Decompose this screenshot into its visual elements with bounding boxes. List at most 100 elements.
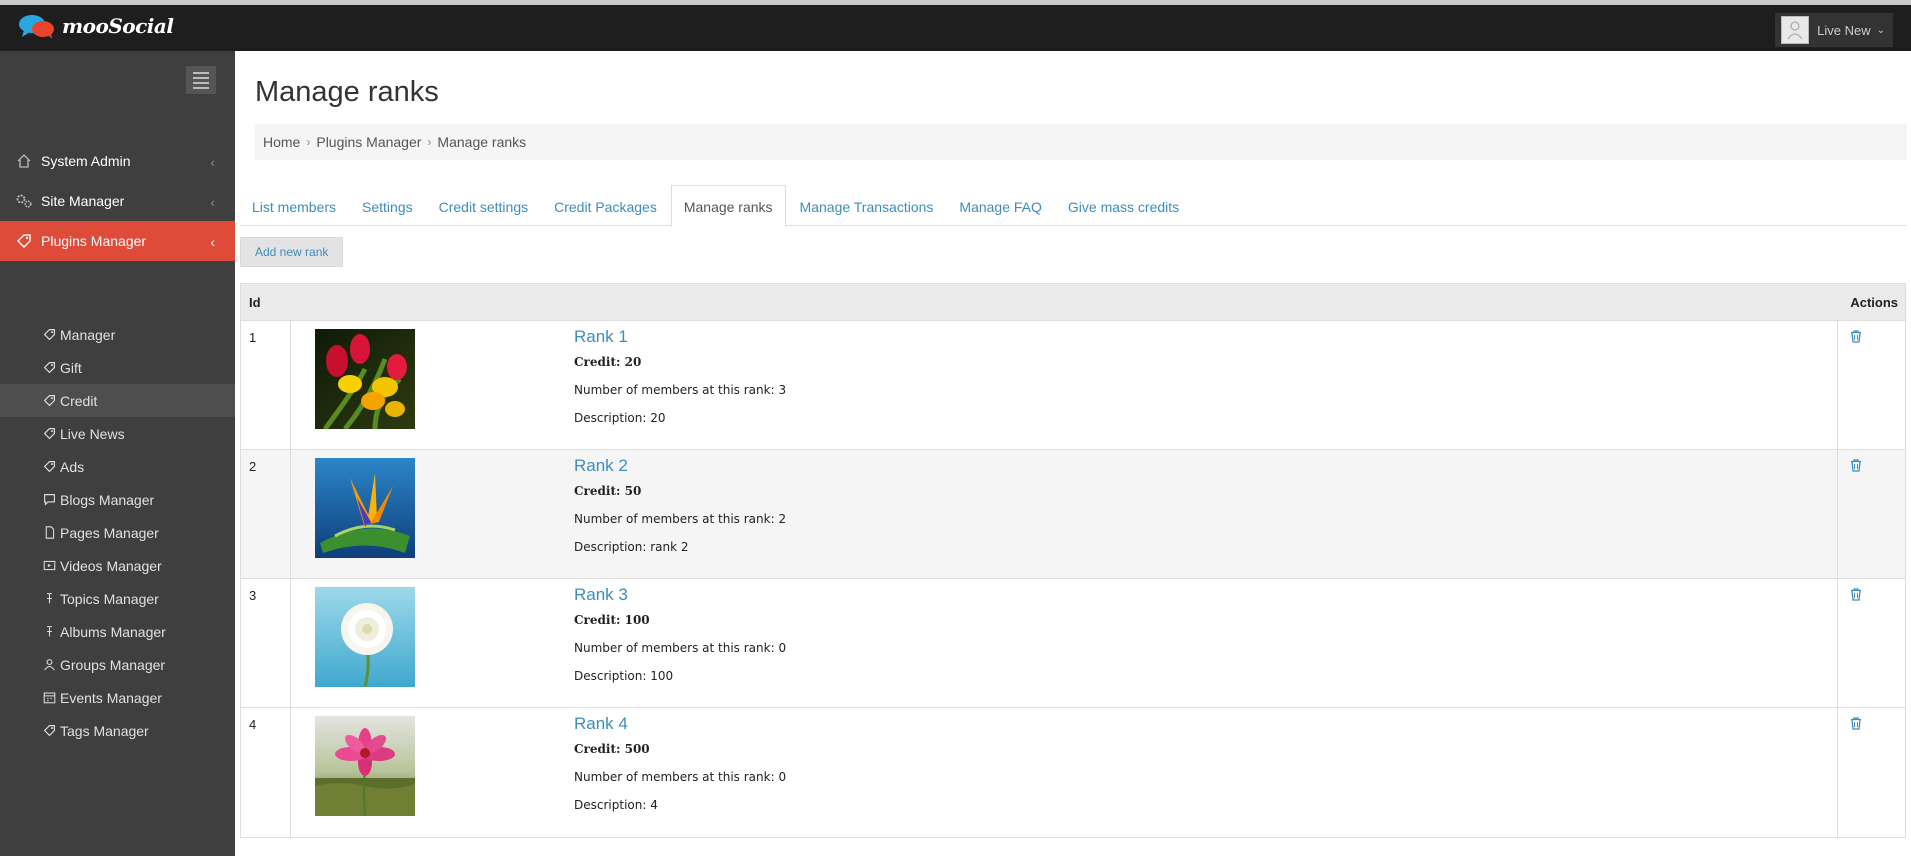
sidebar-item-label: Site Manager [41, 193, 125, 209]
calendar-icon [42, 691, 57, 704]
home-icon [15, 152, 33, 170]
rank-credit: Credit: 500 [574, 742, 650, 756]
chevron-left-icon: ‹ [210, 234, 215, 250]
video-icon [42, 559, 57, 572]
actions-cell [1837, 579, 1905, 707]
rank-credit: Credit: 50 [574, 484, 642, 498]
add-new-rank-button[interactable]: Add new rank [240, 237, 344, 267]
sidebar: System Admin ‹ Site Manager ‹ Plugins Ma… [0, 51, 235, 856]
rank-info: Rank 1 Credit: 20 Number of members at t… [574, 327, 786, 439]
hamburger-icon[interactable] [186, 66, 216, 94]
table-row: 3 Rank 3 Credit: 100 Number of members a… [241, 579, 1905, 708]
rank-credit: Credit: 100 [574, 613, 650, 627]
sidebar-subitem-events-manager[interactable]: Events Manager [0, 681, 235, 714]
pin-icon [42, 625, 57, 638]
column-header-id: Id [249, 295, 261, 310]
table-row: 4 Rank 4 Credit: 500 Number of members a… [241, 708, 1905, 837]
file-icon [42, 526, 57, 539]
rank-image[interactable] [315, 329, 415, 429]
rank-id: 2 [241, 450, 291, 578]
sidebar-main-nav: System Admin ‹ Site Manager ‹ Plugins Ma… [0, 141, 235, 261]
main-content: Manage ranks Home › Plugins Manager › Ma… [235, 51, 1911, 856]
actions-cell [1837, 321, 1905, 449]
sidebar-subitem-videos-manager[interactable]: Videos Manager [0, 549, 235, 582]
rank-image[interactable] [315, 716, 415, 816]
sidebar-subitem-gift[interactable]: Gift [0, 351, 235, 384]
sidebar-subitem-label: Ads [60, 458, 85, 475]
page-title: Manage ranks [255, 76, 439, 108]
tag-icon [42, 394, 57, 407]
delete-icon[interactable] [1850, 459, 1862, 477]
rank-description: Description: 4 [574, 798, 658, 812]
sidebar-item-plugins-manager[interactable]: Plugins Manager ‹ [0, 221, 235, 261]
sidebar-item-system-admin[interactable]: System Admin ‹ [0, 141, 235, 181]
rank-name-link[interactable]: Rank 1 [574, 327, 786, 347]
sidebar-subitem-blogs-manager[interactable]: Blogs Manager [0, 483, 235, 516]
breadcrumb-home[interactable]: Home [263, 134, 300, 150]
tag-icon [42, 361, 57, 374]
breadcrumb-plugins-manager[interactable]: Plugins Manager [316, 134, 421, 150]
column-header-actions: Actions [1850, 295, 1898, 310]
chevron-left-icon: ‹ [210, 194, 215, 210]
tab-list-members[interactable]: List members [240, 185, 348, 226]
rank-id: 3 [241, 579, 291, 707]
tab-manage-ranks[interactable]: Manage ranks [670, 185, 786, 227]
sidebar-subitem-label: Groups Manager [60, 656, 166, 673]
rank-name-link[interactable]: Rank 2 [574, 456, 786, 476]
tab-settings[interactable]: Settings [350, 185, 425, 226]
rank-id: 4 [241, 708, 291, 837]
gears-icon [15, 192, 33, 210]
sidebar-subitem-label: Events Manager [60, 689, 162, 706]
sidebar-subitem-ads[interactable]: Ads [0, 450, 235, 483]
rank-members-count: Number of members at this rank: 3 [574, 383, 787, 397]
logo-icon [19, 15, 54, 39]
rank-description: Description: rank 2 [574, 540, 689, 554]
moosocial-logo[interactable]: mooSocial [18, 13, 174, 39]
sidebar-subitem-label: Live News [60, 425, 125, 442]
sidebar-subitem-label: Pages Manager [60, 524, 159, 541]
table-row: 1 Rank 1 Credit: 20 Number of members at… [241, 321, 1905, 450]
rank-name-link[interactable]: Rank 3 [574, 585, 786, 605]
chevron-left-icon: ‹ [210, 154, 215, 170]
sidebar-item-label: Plugins Manager [41, 233, 147, 249]
sidebar-subitem-albums-manager[interactable]: Albums Manager [0, 615, 235, 648]
sidebar-subitem-label: Credit [60, 392, 98, 409]
sidebar-sub-nav: Manager Gift Credit Live News Ads Blogs … [0, 318, 235, 747]
rank-info: Rank 2 Credit: 50 Number of members at t… [574, 456, 786, 568]
sidebar-subitem-tags-manager[interactable]: Tags Manager [0, 714, 235, 747]
tag-icon [15, 232, 33, 250]
user-menu[interactable]: Live New ⌄ [1775, 13, 1893, 47]
tab-manage-faq[interactable]: Manage FAQ [947, 185, 1054, 226]
sidebar-subitem-live-news[interactable]: Live News [0, 417, 235, 450]
rank-members-count: Number of members at this rank: 0 [574, 641, 787, 655]
sidebar-subitem-manager[interactable]: Manager [0, 318, 235, 351]
sidebar-subitem-label: Tags Manager [60, 722, 149, 739]
breadcrumb: Home › Plugins Manager › Manage ranks [255, 124, 1907, 160]
sidebar-subitem-label: Topics Manager [60, 590, 159, 607]
delete-icon[interactable] [1850, 717, 1862, 735]
tab-credit-packages[interactable]: Credit Packages [542, 185, 669, 226]
delete-icon[interactable] [1850, 330, 1862, 348]
sidebar-item-site-manager[interactable]: Site Manager ‹ [0, 181, 235, 221]
sidebar-subitem-topics-manager[interactable]: Topics Manager [0, 582, 235, 615]
tag-icon [42, 724, 57, 737]
sidebar-subitem-label: Videos Manager [60, 557, 162, 574]
table-row: 2 Rank 2 Credit: 50 Number of members at… [241, 450, 1905, 579]
rank-image[interactable] [315, 587, 415, 687]
sidebar-subitem-label: Manager [60, 326, 116, 343]
tab-credit-settings[interactable]: Credit settings [427, 185, 540, 226]
tab-bar: List members Settings Credit settings Cr… [240, 185, 1906, 227]
sidebar-subitem-pages-manager[interactable]: Pages Manager [0, 516, 235, 549]
sidebar-subitem-label: Blogs Manager [60, 491, 155, 508]
rank-name-link[interactable]: Rank 4 [574, 714, 786, 734]
sidebar-subitem-credit[interactable]: Credit [0, 384, 235, 417]
sidebar-subitem-groups-manager[interactable]: Groups Manager [0, 648, 235, 681]
sidebar-subitem-label: Albums Manager [60, 623, 166, 640]
tab-give-mass-credits[interactable]: Give mass credits [1056, 185, 1191, 226]
rank-image[interactable] [315, 458, 415, 558]
user-name: Live New [1817, 22, 1871, 38]
table-header: Id Actions [241, 284, 1905, 321]
tab-manage-transactions[interactable]: Manage Transactions [788, 185, 946, 226]
comment-icon [42, 493, 57, 506]
delete-icon[interactable] [1850, 588, 1862, 606]
